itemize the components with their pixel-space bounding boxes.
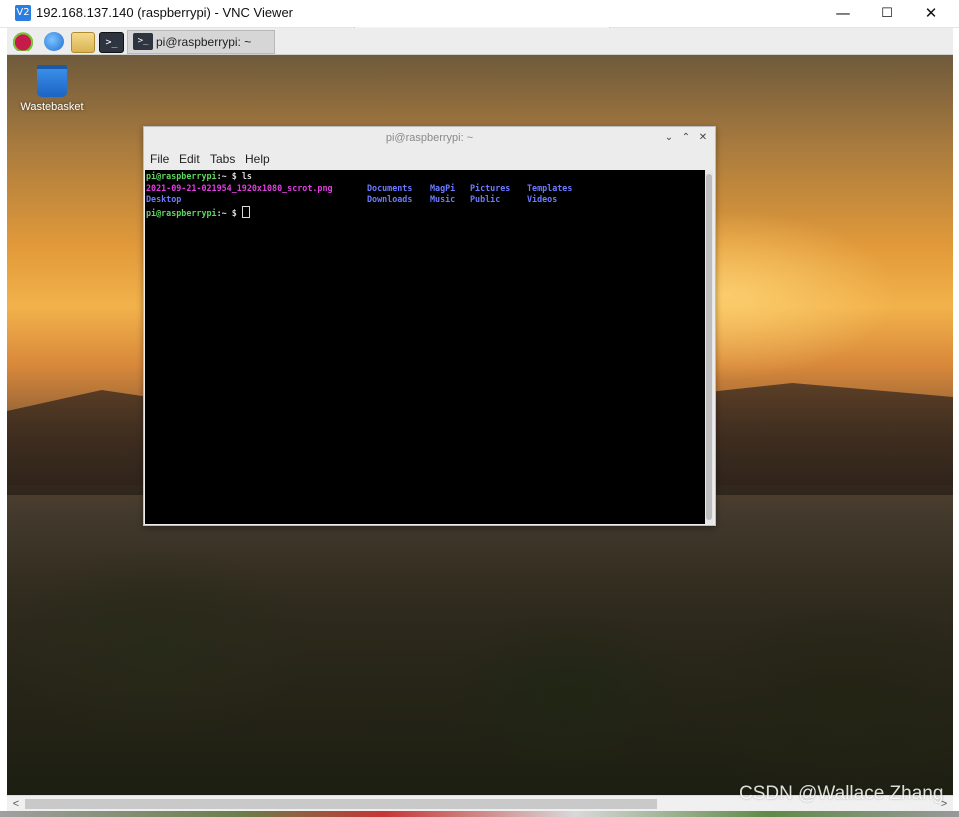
- terminal-close-button[interactable]: ✕: [696, 131, 710, 145]
- web-browser-icon[interactable]: [44, 32, 64, 51]
- text-cursor: [241, 205, 250, 218]
- prompt-user: pi@raspberrypi: [146, 171, 217, 181]
- wallpaper-trees: [7, 485, 953, 795]
- vnc-logo-icon: V2: [15, 5, 31, 21]
- trash-bin-icon: [37, 65, 67, 97]
- terminal-menu-bar: File Edit Tabs Help: [144, 149, 715, 169]
- terminal-title-bar[interactable]: pi@raspberrypi: ~ ⌄ ⌃ ✕: [144, 127, 715, 149]
- prompt-path: :~ $: [216, 171, 242, 181]
- menu-file[interactable]: File: [150, 152, 169, 166]
- window-title: 192.168.137.140 (raspberrypi) - VNC View…: [36, 5, 294, 20]
- pi-taskbar: >_ >_ pi@raspberrypi: ~: [7, 28, 953, 55]
- terminal-title: pi@raspberrypi: ~: [385, 132, 474, 144]
- menu-help[interactable]: Help: [245, 152, 270, 166]
- dir-templates: Templates: [527, 182, 573, 193]
- wastebasket-label: Wastebasket: [20, 101, 84, 113]
- scroll-left-arrow-icon[interactable]: <: [9, 796, 23, 812]
- dir-pictures: Pictures: [470, 182, 511, 193]
- vnc-title-bar: V2 192.168.137.140 (raspberrypi) - VNC V…: [0, 0, 959, 28]
- file-screenshot: 2021-09-21-021954_1920x1080_scrot.png: [146, 182, 333, 193]
- dir-documents: Documents: [367, 182, 413, 193]
- close-button[interactable]: ✕: [908, 0, 954, 27]
- dir-downloads: Downloads: [367, 194, 413, 204]
- terminal-scrollbar[interactable]: [705, 170, 713, 524]
- dir-music: Music: [430, 194, 456, 204]
- desktop-wallpaper: Wastebasket pi@raspberrypi: ~ ⌄ ⌃ ✕ File…: [7, 55, 953, 795]
- terminal-minimize-button[interactable]: ⌄: [662, 131, 676, 145]
- prompt-path-2: :~ $: [216, 207, 242, 218]
- prompt-user-2: pi@raspberrypi: [146, 207, 217, 218]
- dir-desktop: Desktop: [146, 194, 182, 204]
- terminal-line-2: 2021-09-21-021954_1920x1080_scrot.png: [146, 183, 333, 195]
- dir-magpi: MagPi: [430, 182, 456, 193]
- raspberry-menu-icon[interactable]: [13, 32, 33, 51]
- terminal-maximize-button[interactable]: ⌃: [679, 131, 693, 145]
- desktop-bottom-edge: [0, 811, 959, 817]
- terminal-window: pi@raspberrypi: ~ ⌄ ⌃ ✕ File Edit Tabs H…: [143, 126, 716, 526]
- wastebasket-shortcut[interactable]: Wastebasket: [17, 65, 87, 113]
- dir-videos: Videos: [527, 194, 558, 204]
- minimize-button[interactable]: —: [820, 0, 866, 27]
- terminal-app-icon: >_: [133, 33, 153, 50]
- terminal-line-1: pi@raspberrypi:~ $ ls: [146, 171, 252, 183]
- watermark: CSDN @Wallace Zhang: [739, 783, 944, 804]
- menu-edit[interactable]: Edit: [179, 152, 200, 166]
- dir-public: Public: [470, 194, 501, 204]
- file-manager-icon[interactable]: [71, 32, 95, 53]
- terminal-icon[interactable]: >_: [99, 32, 124, 53]
- menu-tabs[interactable]: Tabs: [210, 152, 235, 166]
- terminal-output[interactable]: pi@raspberrypi:~ $ ls 2021-09-21-021954_…: [145, 170, 705, 524]
- terminal-scroll-thumb[interactable]: [706, 174, 712, 520]
- taskbar-item-label: pi@raspberrypi: ~: [156, 35, 252, 49]
- taskbar-item-terminal[interactable]: >_ pi@raspberrypi: ~: [127, 30, 275, 54]
- terminal-line-4: pi@raspberrypi:~ $: [146, 205, 250, 220]
- horizontal-scroll-thumb[interactable]: [25, 799, 657, 809]
- maximize-button[interactable]: ☐: [864, 0, 910, 27]
- command-text: ls: [241, 171, 252, 181]
